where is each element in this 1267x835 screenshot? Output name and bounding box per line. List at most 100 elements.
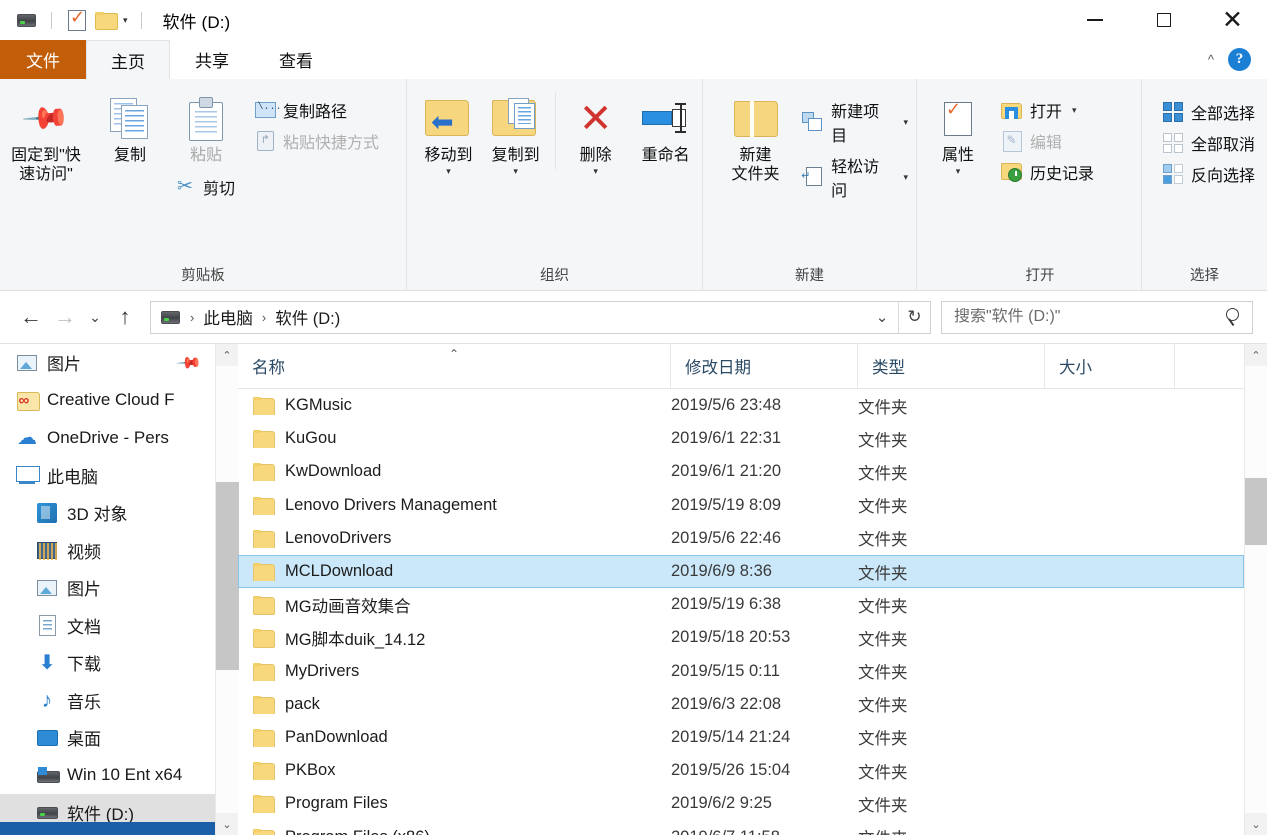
column-header-size[interactable]: 大小 (1044, 343, 1174, 388)
properties-button[interactable]: 属性 ▾ (927, 85, 989, 178)
navigation-pane-scrollbar[interactable]: ⌃ ⌄ (215, 344, 239, 835)
tab-home[interactable]: 主页 (86, 40, 170, 79)
pin-icon[interactable]: 📌 (175, 349, 203, 377)
paste-button[interactable]: 粘贴 (168, 85, 244, 168)
sidebar-item-desktop[interactable]: 桌面 (0, 719, 215, 757)
ribbon-group-label-organize: 组织 (540, 267, 569, 284)
invert-selection-button[interactable]: 反向选择 (1158, 159, 1263, 189)
sidebar-item-videos[interactable]: 视频 (0, 532, 215, 570)
file-list-scrollbar[interactable]: ⌃ ⌄ (1244, 344, 1267, 835)
table-row[interactable]: Program Files (x86) 2019/6/7 11:58 文件夹 (238, 820, 1244, 835)
table-row[interactable]: Lenovo Drivers Management 2019/5/19 8:09… (238, 489, 1244, 522)
chevron-down-icon[interactable]: ▾ (513, 166, 518, 176)
copy-path-button[interactable]: 复制路径 (250, 95, 387, 125)
help-icon[interactable]: ? (1228, 48, 1251, 71)
up-button[interactable]: ↑ (108, 300, 142, 334)
minimize-button[interactable] (1060, 0, 1129, 40)
search-box[interactable] (941, 300, 1253, 334)
search-input[interactable] (954, 308, 1224, 326)
file-type: 文件夹 (858, 431, 908, 450)
scrollbar-track[interactable] (1245, 366, 1267, 813)
file-name: PKBox (285, 761, 336, 780)
drive-icon[interactable] (12, 6, 40, 34)
refresh-icon[interactable]: ↻ (898, 301, 930, 333)
sidebar-item-documents[interactable]: 文档 (0, 607, 215, 645)
chevron-down-icon[interactable]: ▾ (446, 166, 451, 176)
edit-button[interactable]: 编辑 (997, 126, 1102, 156)
maximize-button[interactable] (1129, 0, 1198, 40)
chevron-down-icon[interactable]: ▾ (903, 173, 908, 182)
close-button[interactable]: ✕ (1198, 0, 1267, 40)
forward-button[interactable]: → (48, 300, 82, 334)
pin-to-quick-access-button[interactable]: 📌 固定到"快 速访问" (0, 85, 92, 187)
back-button[interactable]: ← (14, 300, 48, 334)
sidebar-item-downloads[interactable]: ⬇ 下载 (0, 644, 215, 682)
table-row[interactable]: pack 2019/6/3 22:08 文件夹 (238, 688, 1244, 721)
chevron-down-icon[interactable]: ▾ (1072, 106, 1077, 115)
history-button[interactable]: 历史记录 (997, 157, 1102, 187)
search-icon[interactable] (1224, 307, 1244, 327)
column-header-date[interactable]: 修改日期 (670, 343, 857, 388)
table-row-selected[interactable]: MCLDownload 2019/6/9 8:36 文件夹 (238, 554, 1244, 589)
copy-button[interactable]: 复制 (92, 85, 168, 168)
table-row[interactable]: PKBox 2019/5/26 15:04 文件夹 (238, 754, 1244, 787)
breadcrumb-item-this-pc[interactable]: 此电脑 (200, 305, 256, 329)
table-row[interactable]: LenovoDrivers 2019/5/6 22:46 文件夹 (238, 522, 1244, 555)
tab-view[interactable]: 查看 (254, 40, 338, 79)
table-row[interactable]: KuGou 2019/6/1 22:31 文件夹 (238, 422, 1244, 455)
table-row[interactable]: MyDrivers 2019/5/15 0:11 文件夹 (238, 655, 1244, 688)
properties-icon[interactable] (63, 6, 91, 34)
copy-to-button[interactable]: 复制到 ▾ (482, 85, 549, 178)
sidebar-item-creative-cloud-files[interactable]: Creative Cloud F (0, 382, 215, 420)
sidebar-item-onedrive-personal[interactable]: ☁ OneDrive - Pers (0, 419, 215, 457)
select-none-button[interactable]: 全部取消 (1158, 128, 1263, 158)
collapse-ribbon-icon[interactable]: ^ (1208, 52, 1214, 67)
delete-button[interactable]: ✕ 删除 ▾ (562, 85, 629, 178)
tab-share[interactable]: 共享 (170, 40, 254, 79)
new-item-button[interactable]: 新建项目 ▾ (798, 95, 916, 149)
file-rows: KGMusic 2019/5/6 23:48 文件夹 KuGou 2019/6/… (238, 389, 1244, 835)
sidebar-item-3d-objects[interactable]: 3D 对象 (0, 494, 215, 532)
folder-icon (253, 397, 275, 416)
sidebar-item-this-pc[interactable]: 此电脑 (0, 457, 215, 495)
chevron-down-icon[interactable]: ▾ (593, 166, 598, 176)
select-all-button[interactable]: 全部选择 (1158, 97, 1263, 127)
scrollbar-thumb[interactable] (216, 482, 239, 670)
rename-button[interactable]: 重命名 (629, 85, 702, 168)
table-row[interactable]: KGMusic 2019/5/6 23:48 文件夹 (238, 389, 1244, 422)
scrollbar-thumb[interactable] (1245, 477, 1267, 545)
file-name: Program Files (x86) (285, 828, 430, 835)
scroll-down-icon[interactable]: ⌄ (216, 813, 238, 835)
sidebar-item-pictures-pinned[interactable]: 图片 📌 (0, 344, 215, 382)
paste-shortcut-button[interactable]: 粘贴快捷方式 (250, 126, 387, 156)
tab-file[interactable]: 文件 (0, 40, 86, 79)
column-header-spacer[interactable] (1174, 343, 1244, 388)
recent-locations-button[interactable]: ⌄ (82, 300, 108, 334)
sidebar-item-pictures[interactable]: 图片 (0, 569, 215, 607)
new-folder-icon[interactable] (91, 6, 119, 34)
column-header-type[interactable]: 类型 (857, 343, 1044, 388)
scroll-down-icon[interactable]: ⌄ (1245, 813, 1267, 835)
sidebar-item-win10-ent-x64[interactable]: Win 10 Ent x64 (0, 757, 215, 795)
breadcrumb-dropdown-icon[interactable]: ⌄ (866, 302, 898, 333)
breadcrumb-item-software-d[interactable]: 软件 (D:) (272, 305, 343, 329)
chevron-down-icon[interactable]: ▾ (123, 15, 128, 26)
scroll-up-icon[interactable]: ⌃ (216, 344, 238, 366)
scroll-up-icon[interactable]: ⌃ (1245, 344, 1267, 366)
easy-access-button[interactable]: 轻松访问 ▾ (798, 150, 916, 204)
cut-button[interactable]: ✂ 剪切 (170, 172, 244, 202)
breadcrumb[interactable]: › 此电脑 › 软件 (D:) ⌄ ↻ (150, 300, 931, 334)
new-folder-button[interactable]: 新建 文件夹 (717, 85, 794, 187)
move-to-button[interactable]: ⬅ 移动到 ▾ (415, 85, 482, 178)
table-row[interactable]: Program Files 2019/6/2 9:25 文件夹 (238, 787, 1244, 820)
table-row[interactable]: KwDownload 2019/6/1 21:20 文件夹 (238, 455, 1244, 488)
sidebar-item-music[interactable]: ♪ 音乐 (0, 682, 215, 720)
chevron-down-icon[interactable]: ▾ (903, 118, 908, 127)
scrollbar-track[interactable] (216, 366, 239, 813)
table-row[interactable]: PanDownload 2019/5/14 21:24 文件夹 (238, 721, 1244, 754)
table-row[interactable]: MG脚本duik_14.12 2019/5/18 20:53 文件夹 (238, 621, 1244, 654)
table-row[interactable]: MG动画音效集合 2019/5/19 6:38 文件夹 (238, 588, 1244, 621)
chevron-down-icon[interactable]: ▾ (956, 166, 961, 176)
column-header-name[interactable]: ⌃ 名称 (238, 343, 670, 388)
open-button[interactable]: 打开 ▾ (997, 95, 1102, 125)
